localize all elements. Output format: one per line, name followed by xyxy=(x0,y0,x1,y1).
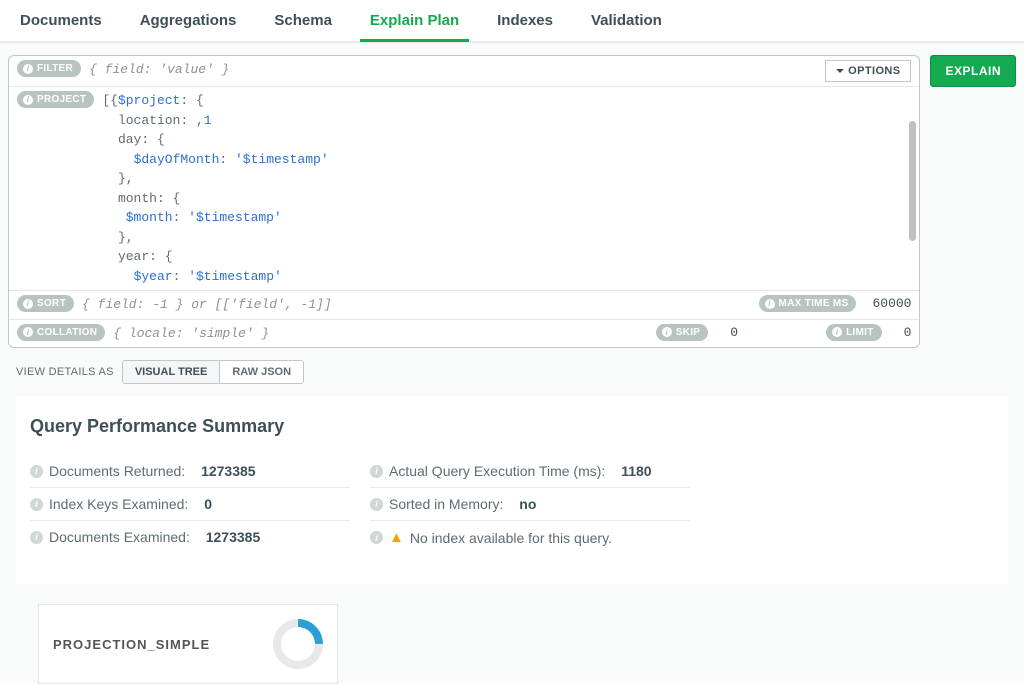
info-icon: i xyxy=(370,498,383,511)
metric-docs-examined: i Documents Examined: 1273385 xyxy=(30,521,350,553)
info-icon: i xyxy=(765,299,775,309)
query-performance-summary: Query Performance Summary i Documents Re… xyxy=(16,396,1008,584)
info-icon: i xyxy=(23,299,33,309)
view-raw-json[interactable]: RAW JSON xyxy=(219,360,304,384)
info-icon: i xyxy=(30,498,43,511)
limit-pill[interactable]: iLIMIT xyxy=(826,324,882,341)
info-icon: i xyxy=(370,531,383,544)
info-icon: i xyxy=(23,64,33,74)
filter-row: iFILTER { field: 'value' } OPTIONS xyxy=(9,56,919,86)
project-input[interactable]: [{$project: { location: ,1 day: { $dayOf… xyxy=(102,91,911,286)
maxtime-input[interactable]: 60000 xyxy=(872,296,911,311)
filter-input[interactable]: { field: 'value' } xyxy=(89,60,825,80)
tab-explain-plan[interactable]: Explain Plan xyxy=(360,2,469,41)
metric-exec-time: i Actual Query Execution Time (ms): 1180 xyxy=(370,455,690,488)
tab-validation[interactable]: Validation xyxy=(581,2,672,41)
view-visual-tree[interactable]: VISUAL TREE xyxy=(122,360,220,384)
sort-pill[interactable]: iSORT xyxy=(17,295,74,312)
sort-input[interactable]: { field: -1 } or [['field', -1]] xyxy=(82,295,759,315)
project-pill[interactable]: iPROJECT xyxy=(17,91,94,108)
info-icon: i xyxy=(23,327,33,337)
metric-sorted-memory: i Sorted in Memory: no xyxy=(370,488,690,521)
scrollbar-thumb[interactable] xyxy=(909,121,916,241)
stage-ring-chart xyxy=(263,609,334,680)
tab-indexes[interactable]: Indexes xyxy=(487,2,563,41)
metric-no-index-warning: i ▲ No index available for this query. xyxy=(370,521,690,554)
info-icon: i xyxy=(370,465,383,478)
plan-stage-card: PROJECTION_SIMPLE xyxy=(38,604,338,684)
chevron-down-icon xyxy=(836,69,844,77)
info-icon: i xyxy=(30,531,43,544)
explain-button[interactable]: EXPLAIN xyxy=(930,55,1016,87)
warning-icon: ▲ xyxy=(389,529,404,546)
maxtime-pill[interactable]: iMAX TIME MS xyxy=(759,295,857,312)
limit-input[interactable]: 0 xyxy=(904,325,912,340)
info-icon: i xyxy=(662,327,672,337)
collection-tabs: Documents Aggregations Schema Explain Pl… xyxy=(0,0,1024,42)
summary-title: Query Performance Summary xyxy=(30,416,994,437)
collation-pill[interactable]: iCOLLATION xyxy=(17,324,105,341)
skip-pill[interactable]: iSKIP xyxy=(656,324,709,341)
project-row: iPROJECT [{$project: { location: ,1 day:… xyxy=(9,86,919,290)
view-details-bar: VIEW DETAILS AS VISUAL TREE RAW JSON xyxy=(8,348,1016,396)
tab-documents[interactable]: Documents xyxy=(10,2,112,41)
collation-row: iCOLLATION { locale: 'simple' } iSKIP 0 … xyxy=(9,319,919,348)
metric-index-keys: i Index Keys Examined: 0 xyxy=(30,488,350,521)
info-icon: i xyxy=(30,465,43,478)
metric-docs-returned: i Documents Returned: 1273385 xyxy=(30,455,350,488)
tab-schema[interactable]: Schema xyxy=(264,2,342,41)
info-icon: i xyxy=(23,95,33,105)
collation-input[interactable]: { locale: 'simple' } xyxy=(113,324,655,344)
skip-input[interactable]: 0 xyxy=(730,325,738,340)
filter-pill[interactable]: iFILTER xyxy=(17,60,81,77)
options-button[interactable]: OPTIONS xyxy=(825,60,911,82)
plan-stage-name: PROJECTION_SIMPLE xyxy=(53,637,210,652)
sort-row: iSORT { field: -1 } or [['field', -1]] i… xyxy=(9,290,919,319)
view-details-label: VIEW DETAILS AS xyxy=(16,366,114,378)
tab-aggregations[interactable]: Aggregations xyxy=(130,2,247,41)
view-mode-segment: VISUAL TREE RAW JSON xyxy=(122,360,304,384)
info-icon: i xyxy=(832,327,842,337)
